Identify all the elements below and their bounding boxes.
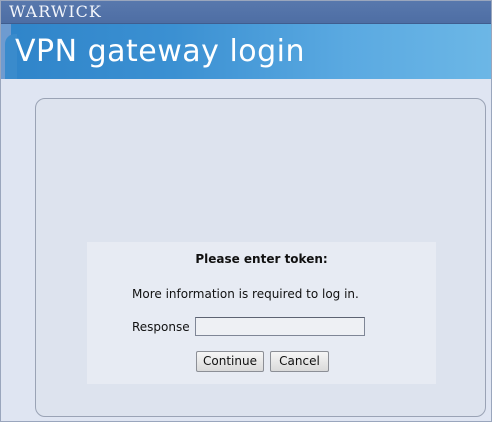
top-bar: WARWICK [1,1,491,24]
form-heading: Please enter token: [195,252,328,266]
main-content: Please enter token: More information is … [1,79,491,421]
login-form: Please enter token: More information is … [87,242,436,384]
warwick-logo: WARWICK [9,2,102,21]
page-title: VPN gateway login [15,34,306,69]
response-input[interactable] [195,317,365,336]
response-label: Response [132,320,190,334]
banner-accent [1,24,17,79]
info-message: More information is required to log in. [132,287,359,301]
continue-button[interactable]: Continue [196,351,264,372]
browser-window: WARWICK VPN gateway login Please enter t… [0,0,492,422]
title-banner: VPN gateway login [1,24,491,79]
login-panel: Please enter token: More information is … [35,98,486,417]
cancel-button[interactable]: Cancel [270,351,329,372]
